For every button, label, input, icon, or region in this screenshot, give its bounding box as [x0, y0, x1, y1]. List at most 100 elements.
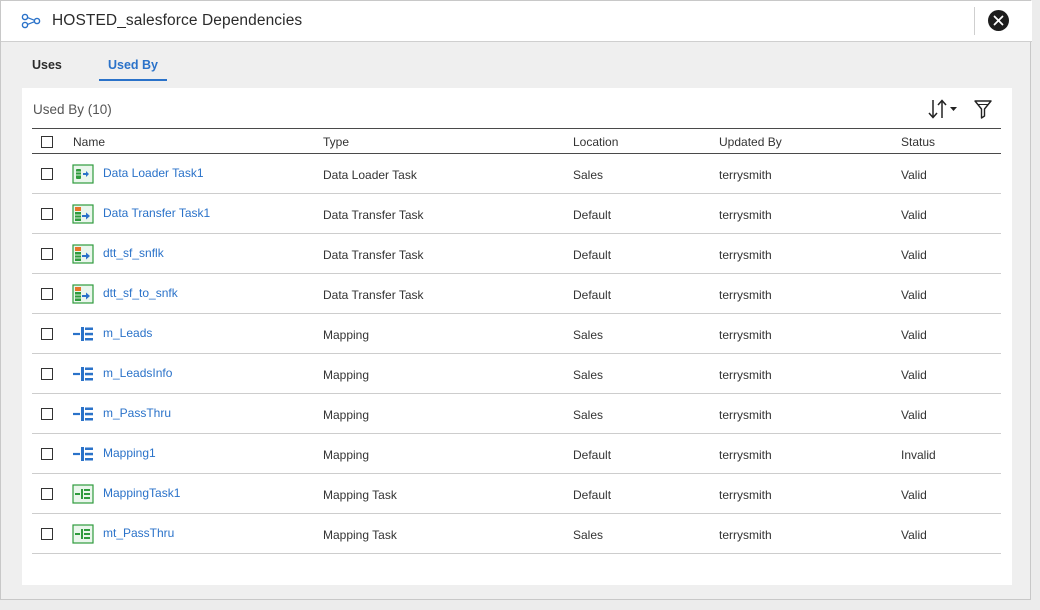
- row-type: Data Transfer Task: [323, 288, 424, 302]
- header-location[interactable]: Location: [573, 135, 618, 149]
- row-location: Default: [573, 288, 612, 302]
- row-location: Sales: [573, 408, 604, 422]
- tab-uses[interactable]: Uses: [21, 51, 81, 81]
- mapping-task-icon: [72, 524, 94, 544]
- row-name-link[interactable]: m_Leads: [103, 326, 152, 340]
- table-header: Name Type Location Updated By Status: [32, 128, 1001, 154]
- header-updated-by[interactable]: Updated By: [719, 135, 782, 149]
- data-transfer-task-icon: [72, 284, 94, 304]
- data-transfer-task-icon: [72, 244, 94, 264]
- row-type: Mapping: [323, 368, 370, 382]
- sort-icon[interactable]: [926, 98, 960, 120]
- row-status: Valid: [901, 208, 927, 222]
- row-name-link[interactable]: dtt_sf_snflk: [103, 246, 164, 260]
- row-type: Mapping Task: [323, 528, 397, 542]
- row-status: Valid: [901, 528, 927, 542]
- row-updated-by: terrysmith: [719, 208, 772, 222]
- close-icon: [993, 15, 1004, 26]
- header-name[interactable]: Name: [73, 135, 105, 149]
- row-location: Sales: [573, 528, 604, 542]
- row-checkbox[interactable]: [41, 168, 53, 180]
- row-updated-by: terrysmith: [719, 488, 772, 502]
- table-row: mt_PassThru Mapping Task Sales terrysmit…: [32, 514, 1001, 554]
- row-status: Valid: [901, 328, 927, 342]
- row-location: Sales: [573, 168, 604, 182]
- dependencies-dialog: HOSTED_salesforce Dependencies Uses Used…: [0, 0, 1032, 600]
- table-row: Mapping1 Mapping Default terrysmith Inva…: [32, 434, 1001, 474]
- row-checkbox[interactable]: [41, 448, 53, 460]
- table-row: m_LeadsInfo Mapping Sales terrysmith Val…: [32, 354, 1001, 394]
- row-name-link[interactable]: Data Loader Task1: [103, 166, 204, 180]
- tab-used-by[interactable]: Used By: [99, 51, 167, 81]
- table-row: Data Transfer Task1 Data Transfer Task D…: [32, 194, 1001, 234]
- table-body: Data Loader Task1 Data Loader Task Sales…: [32, 154, 1001, 554]
- dialog-header: HOSTED_salesforce Dependencies: [1, 1, 1032, 42]
- row-checkbox[interactable]: [41, 368, 53, 380]
- row-name-link[interactable]: Data Transfer Task1: [103, 206, 210, 220]
- used-by-panel: Used By (10) Name Type Location Updated …: [22, 88, 1012, 585]
- dialog-title: HOSTED_salesforce Dependencies: [52, 12, 303, 29]
- row-checkbox[interactable]: [41, 208, 53, 220]
- dependencies-table: Name Type Location Updated By Status Dat…: [32, 128, 1001, 554]
- row-name-link[interactable]: m_LeadsInfo: [103, 366, 172, 380]
- row-name-link[interactable]: m_PassThru: [103, 406, 171, 420]
- row-checkbox[interactable]: [41, 528, 53, 540]
- row-checkbox[interactable]: [41, 408, 53, 420]
- mapping-icon: [72, 404, 94, 424]
- table-row: m_PassThru Mapping Sales terrysmith Vali…: [32, 394, 1001, 434]
- header-status[interactable]: Status: [901, 135, 935, 149]
- row-checkbox[interactable]: [41, 488, 53, 500]
- row-status: Valid: [901, 168, 927, 182]
- row-updated-by: terrysmith: [719, 408, 772, 422]
- row-type: Data Transfer Task: [323, 208, 424, 222]
- row-location: Default: [573, 208, 612, 222]
- row-status: Valid: [901, 408, 927, 422]
- row-updated-by: terrysmith: [719, 168, 772, 182]
- table-row: dtt_sf_to_snfk Data Transfer Task Defaul…: [32, 274, 1001, 314]
- row-checkbox[interactable]: [41, 288, 53, 300]
- row-name-link[interactable]: Mapping1: [103, 446, 156, 460]
- row-type: Mapping Task: [323, 488, 397, 502]
- mapping-icon: [72, 444, 94, 464]
- row-checkbox[interactable]: [41, 248, 53, 260]
- row-location: Default: [573, 248, 612, 262]
- header-type[interactable]: Type: [323, 135, 349, 149]
- row-type: Mapping: [323, 448, 370, 462]
- header-divider: [974, 7, 975, 35]
- mapping-icon: [72, 324, 94, 344]
- row-updated-by: terrysmith: [719, 328, 772, 342]
- row-location: Sales: [573, 368, 604, 382]
- row-name-link[interactable]: mt_PassThru: [103, 526, 174, 540]
- row-updated-by: terrysmith: [719, 368, 772, 382]
- table-row: Data Loader Task1 Data Loader Task Sales…: [32, 154, 1001, 194]
- panel-title: Used By (10): [33, 102, 112, 117]
- row-updated-by: terrysmith: [719, 528, 772, 542]
- row-updated-by: terrysmith: [719, 288, 772, 302]
- row-type: Mapping: [323, 328, 370, 342]
- row-status: Valid: [901, 248, 927, 262]
- select-all-checkbox[interactable]: [41, 136, 53, 148]
- row-location: Sales: [573, 328, 604, 342]
- data-loader-task-icon: [72, 164, 94, 184]
- row-updated-by: terrysmith: [719, 448, 772, 462]
- row-name-link[interactable]: dtt_sf_to_snfk: [103, 286, 178, 300]
- row-name-link[interactable]: MappingTask1: [103, 486, 180, 500]
- row-status: Valid: [901, 488, 927, 502]
- data-transfer-task-icon: [72, 204, 94, 224]
- close-button[interactable]: [988, 10, 1009, 31]
- mapping-task-icon: [72, 484, 94, 504]
- row-updated-by: terrysmith: [719, 248, 772, 262]
- row-location: Default: [573, 448, 612, 462]
- filter-icon[interactable]: [973, 98, 993, 120]
- table-row: m_Leads Mapping Sales terrysmith Valid: [32, 314, 1001, 354]
- row-checkbox[interactable]: [41, 328, 53, 340]
- row-location: Default: [573, 488, 612, 502]
- row-status: Invalid: [901, 448, 936, 462]
- row-type: Data Transfer Task: [323, 248, 424, 262]
- row-type: Mapping: [323, 408, 370, 422]
- row-status: Valid: [901, 368, 927, 382]
- dependency-icon: [21, 13, 41, 29]
- row-type: Data Loader Task: [323, 168, 417, 182]
- table-row: dtt_sf_snflk Data Transfer Task Default …: [32, 234, 1001, 274]
- table-row: MappingTask1 Mapping Task Default terrys…: [32, 474, 1001, 514]
